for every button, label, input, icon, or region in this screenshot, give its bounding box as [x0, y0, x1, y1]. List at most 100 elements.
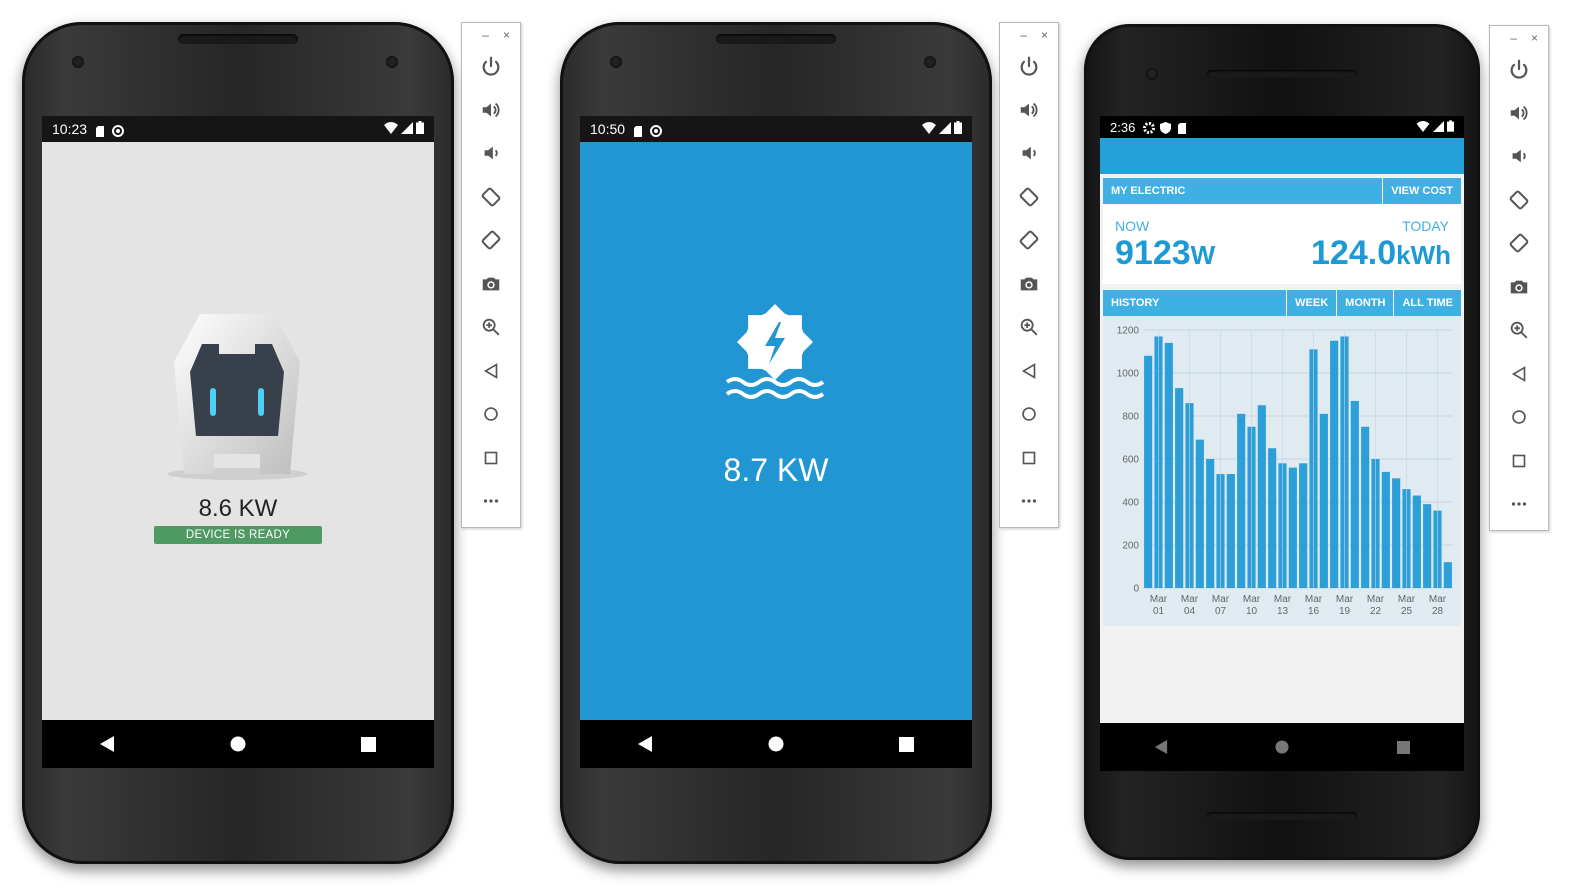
sd-card-icon — [95, 124, 106, 137]
volume-up-icon — [1508, 102, 1530, 129]
x-tick-month: Mar — [1274, 594, 1292, 605]
camera-button[interactable] — [1490, 268, 1548, 312]
history-bar — [1319, 413, 1328, 588]
home-button[interactable] — [1490, 398, 1548, 442]
rotate-left-icon — [480, 186, 502, 213]
rotate-right-button[interactable] — [462, 221, 520, 265]
phone-frame-3: 2:36 MY ELECTRIC VIEW COST NOW 9123W TOD… — [1084, 24, 1480, 860]
app-splash-cordova: 8.6 KW DEVICE IS READY — [42, 142, 434, 720]
rotate-left-button[interactable] — [462, 178, 520, 222]
history-bar — [1381, 471, 1390, 588]
status-time: 10:23 — [52, 121, 88, 137]
zoom-button[interactable] — [462, 308, 520, 352]
history-chart: 0 200 400 600 800 1000 1200 Mar 01 Mar 04 Mar 07 Mar 1… — [1103, 316, 1461, 626]
history-bar — [1288, 467, 1297, 588]
y-tick-label: 1000 — [1117, 369, 1140, 380]
emulator-toolbar-3: – × — [1489, 25, 1549, 531]
zoom-button[interactable] — [1490, 311, 1548, 355]
emulator-toolbar-2: – × — [999, 22, 1059, 528]
home-circle-icon — [230, 736, 246, 752]
status-bar: 10:50 — [580, 116, 972, 142]
rotate-left-button[interactable] — [1000, 178, 1058, 222]
volume-up-button[interactable] — [1490, 94, 1548, 138]
overview-button[interactable] — [462, 439, 520, 483]
close-button[interactable]: × — [1041, 28, 1048, 42]
status-bar: 10:23 — [42, 116, 434, 142]
volume-down-icon — [1508, 145, 1530, 172]
battery-icon — [954, 121, 962, 137]
nav-recents-button[interactable] — [1383, 727, 1423, 767]
nav-back-button[interactable] — [625, 724, 665, 764]
more-button[interactable] — [1490, 485, 1548, 529]
nav-bar — [42, 720, 434, 768]
close-button[interactable]: × — [1531, 31, 1538, 45]
more-button[interactable] — [462, 482, 520, 526]
back-button[interactable] — [1000, 352, 1058, 396]
power-button[interactable] — [1490, 50, 1548, 94]
rotate-right-button[interactable] — [1000, 221, 1058, 265]
home-icon — [480, 403, 502, 430]
minimize-button[interactable]: – — [482, 28, 489, 42]
more-icon — [1018, 490, 1040, 517]
zoom-button[interactable] — [1000, 308, 1058, 352]
y-tick-label: 800 — [1122, 412, 1139, 423]
history-bar — [1412, 495, 1421, 588]
volume-up-icon — [1018, 99, 1040, 126]
camera-button[interactable] — [1000, 265, 1058, 309]
close-button[interactable]: × — [503, 28, 510, 42]
rotate-right-icon — [480, 229, 502, 256]
home-button[interactable] — [462, 395, 520, 439]
toolbar-window-controls: – × — [1000, 23, 1058, 47]
volume-down-button[interactable] — [1490, 137, 1548, 181]
nav-home-button[interactable] — [1262, 727, 1302, 767]
camera-button[interactable] — [462, 265, 520, 309]
rotate-right-button[interactable] — [1490, 224, 1548, 268]
my-electric-section: MY ELECTRIC VIEW COST NOW 9123W TODAY 12… — [1103, 178, 1461, 284]
today-value: 124.0kWh — [1311, 234, 1451, 273]
volume-up-button[interactable] — [462, 91, 520, 135]
tab-week[interactable]: WEEK — [1286, 290, 1336, 316]
volume-down-button[interactable] — [1000, 134, 1058, 178]
power-icon — [1508, 58, 1530, 85]
nav-recents-button[interactable] — [887, 724, 927, 764]
nav-back-button[interactable] — [1141, 727, 1181, 767]
minimize-button[interactable]: – — [1510, 31, 1517, 45]
now-value: 9123W — [1115, 234, 1215, 273]
x-tick-month: Mar — [1212, 594, 1230, 605]
zoom-icon — [1018, 316, 1040, 343]
tab-all-time[interactable]: ALL TIME — [1393, 290, 1461, 316]
top-speaker — [178, 34, 298, 44]
nav-recents-button[interactable] — [349, 724, 389, 764]
more-button[interactable] — [1000, 482, 1058, 526]
signal-icon — [1433, 120, 1444, 135]
hydro-turbine-logo — [725, 304, 825, 399]
volume-up-button[interactable] — [1000, 91, 1058, 135]
home-button[interactable] — [1000, 395, 1058, 439]
zoom-icon — [480, 316, 502, 343]
volume-down-button[interactable] — [462, 134, 520, 178]
history-bar — [1257, 405, 1266, 588]
view-cost-button[interactable]: VIEW COST — [1382, 178, 1461, 204]
y-tick-label: 400 — [1122, 498, 1139, 509]
nav-home-button[interactable] — [756, 724, 796, 764]
rotate-left-button[interactable] — [1490, 181, 1548, 225]
overview-icon — [1018, 447, 1040, 474]
back-triangle-icon — [1154, 740, 1167, 754]
overview-button[interactable] — [1490, 442, 1548, 486]
top-speaker — [1207, 70, 1357, 78]
back-button[interactable] — [1490, 355, 1548, 399]
bottom-speaker — [1207, 812, 1357, 820]
back-button[interactable] — [462, 352, 520, 396]
overview-button[interactable] — [1000, 439, 1058, 483]
power-button[interactable] — [1000, 47, 1058, 91]
nav-home-button[interactable] — [218, 724, 258, 764]
nav-back-button[interactable] — [87, 724, 127, 764]
x-tick-month: Mar — [1429, 594, 1447, 605]
screen-3: 2:36 MY ELECTRIC VIEW COST NOW 9123W TOD… — [1100, 116, 1464, 771]
rotate-right-icon — [1508, 232, 1530, 259]
minimize-button[interactable]: – — [1020, 28, 1027, 42]
power-button[interactable] — [462, 47, 520, 91]
tab-month[interactable]: MONTH — [1336, 290, 1393, 316]
overview-icon — [1508, 450, 1530, 477]
power-reading: 8.7 KW — [723, 452, 829, 488]
